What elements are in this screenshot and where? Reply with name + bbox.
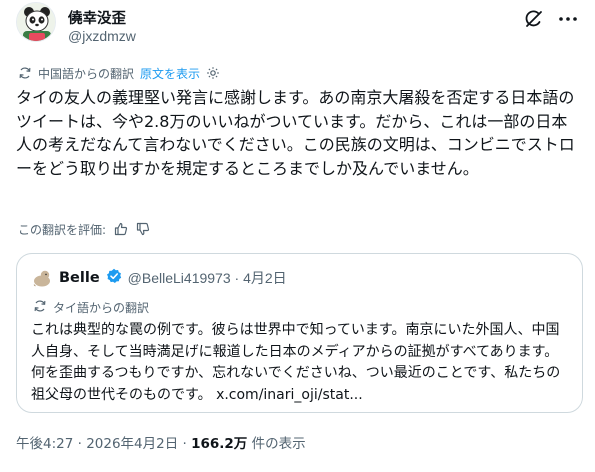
translate-icon: [33, 299, 47, 316]
quoted-tweet-card[interactable]: Belle @BelleLi419973 · 4月2日 タイ語からの翻訳 これは…: [16, 253, 583, 413]
tweet-footer-meta: 午後4:27 · 2026年4月2日 · 166.2万 件の表示: [16, 432, 306, 452]
thumbs-up-icon[interactable]: [114, 222, 128, 236]
tweet-text: タイの友人の義理堅い発言に感謝します。あの南京大屠殺を否定する日本語のツイートは…: [16, 88, 575, 178]
more-options-icon[interactable]: [557, 8, 579, 30]
rate-label: この翻訳を評価:: [18, 222, 107, 237]
tweet-timestamp[interactable]: 午後4:27 · 2026年4月2日 ·: [16, 436, 191, 452]
quoted-tweet-text: これは典型的な罠の例です。彼らは世界中で知っています。南京にいた外国人、中国人自…: [31, 320, 571, 406]
gear-icon[interactable]: [206, 66, 220, 80]
quoted-author-meta: @BelleLi419973 · 4月2日: [127, 270, 287, 286]
thumbs-down-icon[interactable]: [136, 222, 150, 236]
seal-avatar-icon: [31, 267, 53, 289]
panda-avatar-icon[interactable]: [16, 2, 56, 42]
quoted-link[interactable]: x.com/inari_oji/stat...: [216, 387, 363, 403]
translation-label: 中国語からの翻訳: [38, 66, 135, 81]
tweet-header: 僥幸没歪 @jxzdmzw: [16, 2, 581, 50]
translate-icon: [18, 66, 32, 80]
author-display-name[interactable]: 僥幸没歪: [68, 7, 126, 28]
verified-badge-icon: [106, 268, 122, 288]
show-original-link[interactable]: 原文を表示: [140, 65, 200, 82]
views-count: 166.2万: [191, 436, 248, 452]
quoted-tweet-header: Belle @BelleLi419973 · 4月2日: [31, 266, 287, 290]
quoted-translation-label: タイ語からの翻訳: [53, 300, 150, 315]
author-handle[interactable]: @jxzdmzw: [68, 28, 136, 44]
grok-icon[interactable]: [523, 8, 545, 30]
quoted-author-name: Belle: [59, 270, 100, 286]
translation-bar: 中国語からの翻訳 原文を表示: [18, 64, 220, 82]
views-label: 件の表示: [247, 436, 306, 452]
quoted-translation-bar: タイ語からの翻訳: [33, 298, 149, 316]
rate-translation: この翻訳を評価:: [18, 220, 150, 238]
